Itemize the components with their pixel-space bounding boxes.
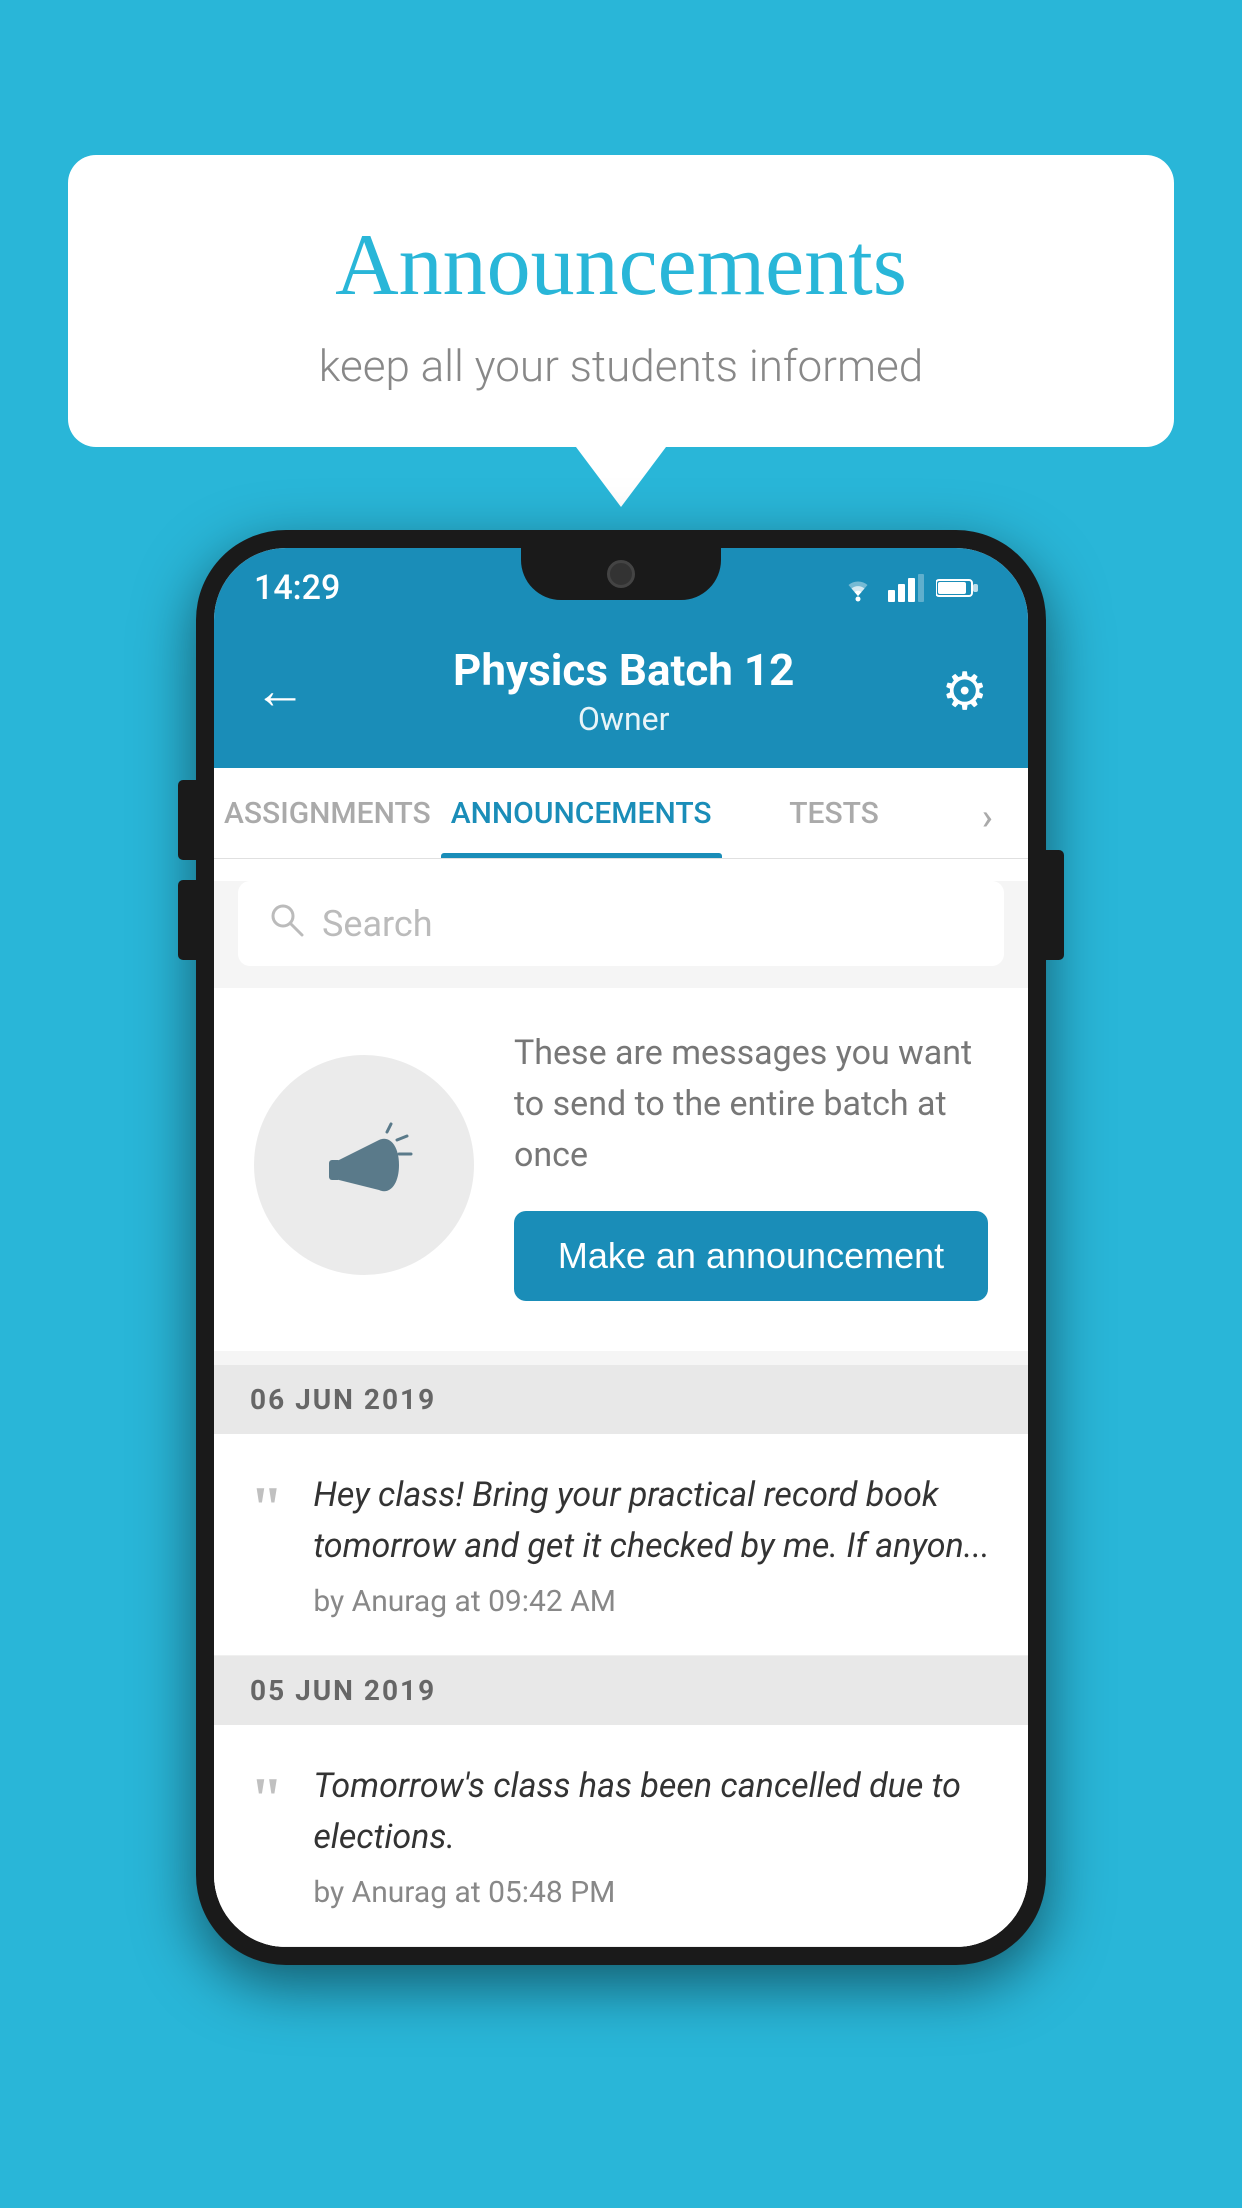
search-icon — [268, 901, 304, 946]
announcement-item-2[interactable]: " Tomorrow's class has been cancelled du… — [214, 1725, 1028, 1947]
tab-assignments[interactable]: ASSIGNMENTS — [214, 768, 441, 858]
settings-icon[interactable]: ⚙ — [941, 661, 988, 722]
date-label-1: 06 JUN 2019 — [250, 1383, 436, 1416]
announcement-author-1: by Anurag at 09:42 AM — [313, 1584, 992, 1619]
speech-bubble-card: Announcements keep all your students inf… — [68, 155, 1174, 447]
app-header: ← Physics Batch 12 Owner ⚙ — [214, 620, 1028, 768]
header-title-group: Physics Batch 12 Owner — [453, 644, 794, 738]
bubble-arrow — [576, 447, 666, 507]
tab-bar: ASSIGNMENTS ANNOUNCEMENTS TESTS › — [214, 768, 1028, 859]
quote-icon-1: " — [250, 1478, 283, 1538]
status-icons — [840, 574, 978, 602]
announcement-content-2: Tomorrow's class has been cancelled due … — [313, 1761, 992, 1910]
announcement-text-1: Hey class! Bring your practical record b… — [313, 1470, 992, 1572]
announcement-item-1[interactable]: " Hey class! Bring your practical record… — [214, 1434, 1028, 1656]
wifi-icon — [840, 574, 876, 602]
announcement-author-2: by Anurag at 05:48 PM — [313, 1875, 992, 1910]
announcement-content-1: Hey class! Bring your practical record b… — [313, 1470, 992, 1619]
phone-outer: 14:29 — [196, 530, 1046, 1965]
tab-tests[interactable]: TESTS — [722, 768, 947, 858]
tab-more[interactable]: › — [947, 768, 1028, 858]
header-title: Physics Batch 12 — [453, 644, 794, 696]
date-separator-1: 06 JUN 2019 — [214, 1365, 1028, 1434]
signal-icon — [888, 574, 924, 602]
bubble-title: Announcements — [138, 215, 1104, 316]
back-button[interactable]: ← — [254, 665, 306, 717]
header-subtitle: Owner — [453, 700, 794, 738]
phone-notch — [521, 548, 721, 600]
date-separator-2: 05 JUN 2019 — [214, 1656, 1028, 1725]
date-label-2: 05 JUN 2019 — [250, 1674, 436, 1707]
camera — [607, 560, 635, 588]
tab-announcements[interactable]: ANNOUNCEMENTS — [441, 768, 722, 858]
phone-wrapper: 14:29 — [196, 530, 1046, 1965]
content-area: Search — [214, 881, 1028, 1947]
promo-right: These are messages you want to send to t… — [514, 1028, 988, 1301]
search-placeholder: Search — [322, 903, 433, 945]
promo-block: These are messages you want to send to t… — [214, 988, 1028, 1351]
announcement-text-2: Tomorrow's class has been cancelled due … — [313, 1761, 992, 1863]
phone-screen: 14:29 — [214, 548, 1028, 1947]
megaphone-icon — [309, 1110, 419, 1220]
promo-icon-circle — [254, 1055, 474, 1275]
quote-icon-2: " — [250, 1769, 283, 1829]
promo-description: These are messages you want to send to t… — [514, 1028, 988, 1181]
battery-icon — [936, 577, 978, 599]
search-bar[interactable]: Search — [238, 881, 1004, 966]
bubble-subtitle: keep all your students informed — [138, 340, 1104, 392]
status-time: 14:29 — [254, 568, 340, 608]
make-announcement-button[interactable]: Make an announcement — [514, 1211, 988, 1301]
speech-bubble-wrapper: Announcements keep all your students inf… — [68, 155, 1174, 507]
